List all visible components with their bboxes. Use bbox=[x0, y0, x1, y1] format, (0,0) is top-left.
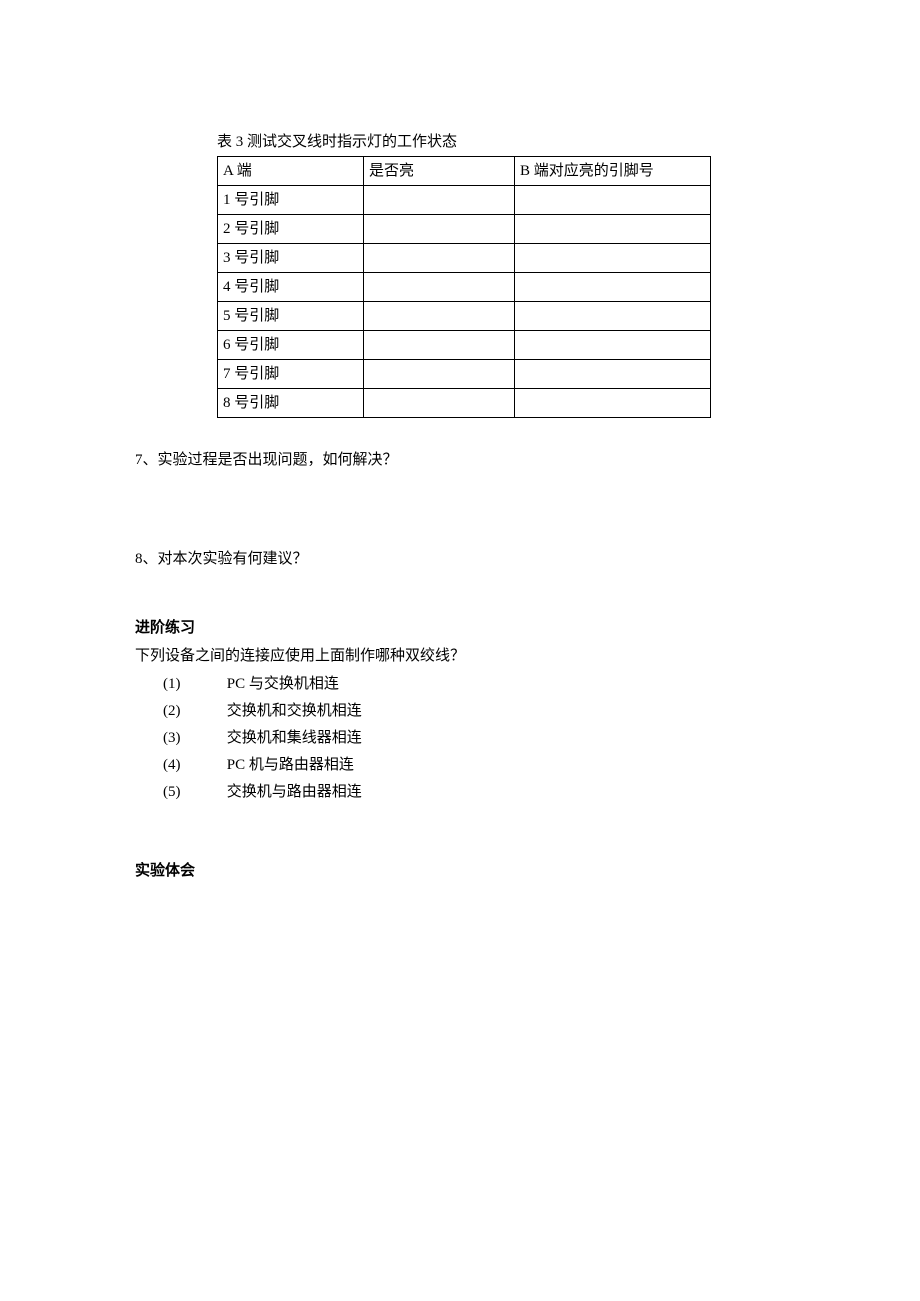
question-8: 8、对本次实验有何建议？ bbox=[135, 547, 785, 571]
item-text: 交换机和交换机相连 bbox=[227, 703, 362, 719]
table-row: 8 号引脚 bbox=[218, 389, 711, 418]
cell-b bbox=[515, 215, 711, 244]
cell-pin: 6 号引脚 bbox=[218, 331, 364, 360]
table-row: 2 号引脚 bbox=[218, 215, 711, 244]
item-text: 交换机与路由器相连 bbox=[227, 784, 362, 800]
cell-lit bbox=[364, 360, 515, 389]
header-b-pin: B 端对应亮的引脚号 bbox=[515, 157, 711, 186]
cell-b bbox=[515, 244, 711, 273]
cell-lit bbox=[364, 215, 515, 244]
list-item: (3) 交换机和集线器相连 bbox=[163, 726, 785, 750]
cell-lit bbox=[364, 186, 515, 215]
cell-b bbox=[515, 302, 711, 331]
list-item: (2) 交换机和交换机相连 bbox=[163, 699, 785, 723]
cell-pin: 3 号引脚 bbox=[218, 244, 364, 273]
header-is-lit: 是否亮 bbox=[364, 157, 515, 186]
item-text: 交换机和集线器相连 bbox=[227, 730, 362, 746]
item-number: (2) bbox=[163, 699, 223, 723]
table-row: 6 号引脚 bbox=[218, 331, 711, 360]
cell-b bbox=[515, 186, 711, 215]
experience-heading: 实验体会 bbox=[135, 859, 785, 883]
cell-lit bbox=[364, 331, 515, 360]
item-text: PC 与交换机相连 bbox=[227, 676, 339, 692]
cell-b bbox=[515, 273, 711, 302]
pin-table: A 端 是否亮 B 端对应亮的引脚号 1 号引脚 2 号引脚 3 号引脚 4 号… bbox=[217, 156, 711, 418]
table-caption: 表 3 测试交叉线时指示灯的工作状态 bbox=[217, 130, 785, 154]
cell-b bbox=[515, 389, 711, 418]
list-item: (4) PC 机与路由器相连 bbox=[163, 753, 785, 777]
item-text: PC 机与路由器相连 bbox=[227, 757, 354, 773]
cell-pin: 7 号引脚 bbox=[218, 360, 364, 389]
table-row: 7 号引脚 bbox=[218, 360, 711, 389]
table-row: 4 号引脚 bbox=[218, 273, 711, 302]
item-number: (1) bbox=[163, 672, 223, 696]
cell-pin: 1 号引脚 bbox=[218, 186, 364, 215]
cell-lit bbox=[364, 389, 515, 418]
advanced-list: (1) PC 与交换机相连 (2) 交换机和交换机相连 (3) 交换机和集线器相… bbox=[163, 672, 785, 804]
table-row: 5 号引脚 bbox=[218, 302, 711, 331]
cell-pin: 8 号引脚 bbox=[218, 389, 364, 418]
cell-pin: 2 号引脚 bbox=[218, 215, 364, 244]
item-number: (4) bbox=[163, 753, 223, 777]
item-number: (3) bbox=[163, 726, 223, 750]
cell-lit bbox=[364, 244, 515, 273]
cell-lit bbox=[364, 302, 515, 331]
page-content: 表 3 测试交叉线时指示灯的工作状态 A 端 是否亮 B 端对应亮的引脚号 1 … bbox=[0, 0, 920, 963]
item-number: (5) bbox=[163, 780, 223, 804]
question-7: 7、实验过程是否出现问题，如何解决？ bbox=[135, 448, 785, 472]
advanced-heading: 进阶练习 bbox=[135, 616, 785, 640]
cell-pin: 4 号引脚 bbox=[218, 273, 364, 302]
table-row: 1 号引脚 bbox=[218, 186, 711, 215]
advanced-prompt: 下列设备之间的连接应使用上面制作哪种双绞线？ bbox=[135, 644, 785, 668]
list-item: (1) PC 与交换机相连 bbox=[163, 672, 785, 696]
cell-pin: 5 号引脚 bbox=[218, 302, 364, 331]
table-header-row: A 端 是否亮 B 端对应亮的引脚号 bbox=[218, 157, 711, 186]
cell-b bbox=[515, 360, 711, 389]
cell-lit bbox=[364, 273, 515, 302]
header-a-end: A 端 bbox=[218, 157, 364, 186]
cell-b bbox=[515, 331, 711, 360]
list-item: (5) 交换机与路由器相连 bbox=[163, 780, 785, 804]
table-row: 3 号引脚 bbox=[218, 244, 711, 273]
